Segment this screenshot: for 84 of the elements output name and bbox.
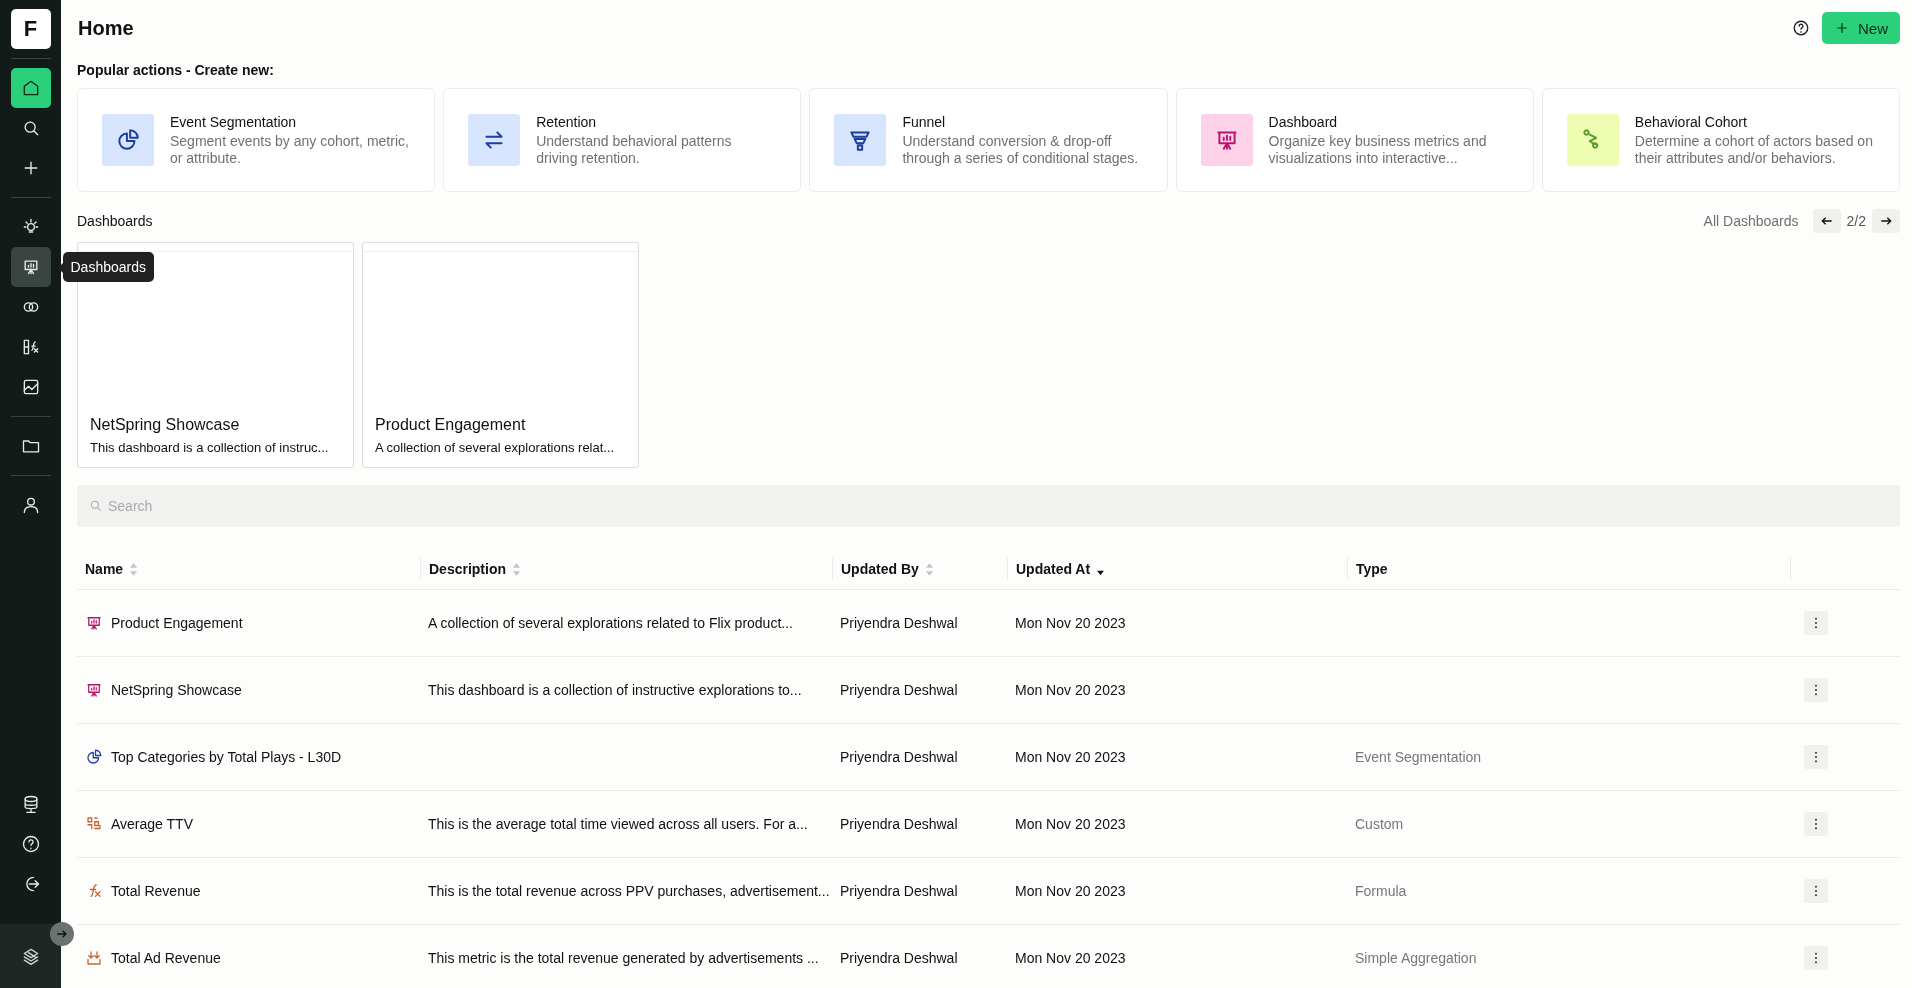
page-title: Home <box>78 16 134 40</box>
card-description: Understand behavioral patterns driving retention. <box>536 132 733 167</box>
updated-by: Priyendra Deshwal <box>840 883 958 899</box>
item-description: This is the average total time viewed across all users. For a... <box>428 816 808 832</box>
item-name[interactable]: Top Categories by Total Plays - L30D <box>111 749 342 765</box>
item-type: Formula <box>1355 883 1407 899</box>
help-icon[interactable] <box>1792 19 1810 37</box>
updated-by: Priyendra Deshwal <box>840 950 958 966</box>
card-description: Organize key business metrics and visualizations into interactive... <box>1268 132 1488 167</box>
updated-by: Priyendra Deshwal <box>840 615 958 631</box>
nav-item[interactable] <box>10 68 51 108</box>
item-name[interactable]: Product Engagement <box>111 615 243 631</box>
dashboard-card[interactable]: Product Engagement A collection of several explorations relat... <box>362 242 639 468</box>
item-description: This metric is the total revenue generated by advertisements ... <box>428 950 819 966</box>
pie-chart-icon <box>115 127 141 153</box>
updated-at: Mon Nov 20 2023 <box>1015 816 1126 832</box>
card-title: Behavioral Cohort <box>1634 113 1748 130</box>
presentation-icon <box>85 614 103 632</box>
sort-icon <box>1096 570 1106 576</box>
all-dashboards-link[interactable]: All Dashboards <box>1703 213 1799 229</box>
action-card[interactable]: Behavioral Cohort Determine a cohort of actors based on their attributes and/or behaviors. <box>1541 88 1900 192</box>
updated-at: Mon Nov 20 2023 <box>1015 682 1126 698</box>
more-icon <box>1814 684 1818 696</box>
column-header[interactable]: Updated By <box>832 558 1007 580</box>
item-name[interactable]: Average TTV <box>111 816 193 832</box>
column-header[interactable]: Updated At <box>1007 558 1347 580</box>
page-indicator: 2/2 <box>1846 213 1866 229</box>
updated-by: Priyendra Deshwal <box>840 749 958 765</box>
item-description: A collection of several explorations related to Flix product... <box>428 615 793 631</box>
updated-at: Mon Nov 20 2023 <box>1015 950 1126 966</box>
item-type: Custom <box>1355 816 1404 832</box>
item-type: Simple Aggregation <box>1355 950 1477 966</box>
updated-by: Priyendra Deshwal <box>840 682 958 698</box>
search-icon <box>89 499 103 513</box>
more-icon <box>1814 617 1818 629</box>
action-card[interactable]: Retention Understand behavioral patterns driving retention. <box>443 88 802 192</box>
column-header[interactable]: Name <box>77 558 420 580</box>
card-title: Event Segmentation <box>170 113 298 130</box>
card-description: Determine a cohort of actors based on their attributes and/or behaviors. <box>1634 132 1874 167</box>
sort-icon <box>129 561 139 577</box>
updated-at: Mon Nov 20 2023 <box>1015 883 1126 899</box>
pie-chart-icon <box>85 748 103 766</box>
column-header[interactable]: Type <box>1347 558 1790 580</box>
card-title: Dashboard <box>1268 113 1339 130</box>
section-heading: Popular actions - Create new: <box>77 62 275 78</box>
action-card[interactable]: Funnel Understand conversion & drop-off through a series of conditional stages. <box>809 88 1168 192</box>
card-title: Funnel <box>902 113 947 130</box>
sort-icon <box>512 561 521 577</box>
action-card[interactable]: Dashboard Organize key business metrics and visualizations into interactive... <box>1175 88 1534 192</box>
item-type: Event Segmentation <box>1355 749 1482 765</box>
more-icon <box>1814 751 1818 763</box>
column-header[interactable]: Description <box>420 558 832 580</box>
dashboard-title: NetSpring Showcase <box>90 416 241 434</box>
new-button[interactable]: New <box>1822 12 1900 44</box>
section-heading: Dashboards <box>77 213 153 229</box>
more-icon <box>1814 818 1818 830</box>
item-description: This is the total revenue across PPV purchases, advertisement... <box>428 883 830 899</box>
updated-at: Mon Nov 20 2023 <box>1015 749 1126 765</box>
more-icon <box>1814 885 1818 897</box>
dashboard-description: A collection of several explorations relat... <box>375 440 616 455</box>
updated-at: Mon Nov 20 2023 <box>1015 615 1126 631</box>
help-icon <box>20 834 41 854</box>
item-description: This dashboard is a collection of instructive explorations to... <box>428 682 802 698</box>
previous-button[interactable] <box>1812 209 1841 233</box>
dashboard-title: Product Engagement <box>375 416 527 434</box>
card-description: Segment events by any cohort, metric, or attribute. <box>170 132 410 167</box>
plus-icon <box>1834 20 1850 36</box>
updated-by: Priyendra Deshwal <box>840 816 958 832</box>
card-description: Understand conversion & drop-off through a series of conditional stages. <box>902 132 1140 167</box>
next-button[interactable] <box>1872 209 1900 233</box>
sum-icon <box>85 949 103 967</box>
sort-icon <box>924 561 934 577</box>
item-name[interactable]: Total Ad Revenue <box>111 950 221 966</box>
expand-button[interactable] <box>50 922 74 946</box>
dashboard-description: This dashboard is a collection of instruc... <box>90 440 330 455</box>
search-field[interactable]: Search <box>77 485 1900 527</box>
item-name[interactable]: NetSpring Showcase <box>111 682 242 698</box>
card-title: Retention <box>536 113 598 130</box>
item-name[interactable]: Total Revenue <box>111 883 201 899</box>
action-card[interactable]: Event Segmentation Segment events by any cohort, metric, or attribute. <box>77 88 436 192</box>
logo[interactable]: F <box>10 9 51 49</box>
nav-item[interactable] <box>10 247 51 287</box>
presentation-icon <box>85 681 103 699</box>
more-icon <box>1814 952 1818 964</box>
